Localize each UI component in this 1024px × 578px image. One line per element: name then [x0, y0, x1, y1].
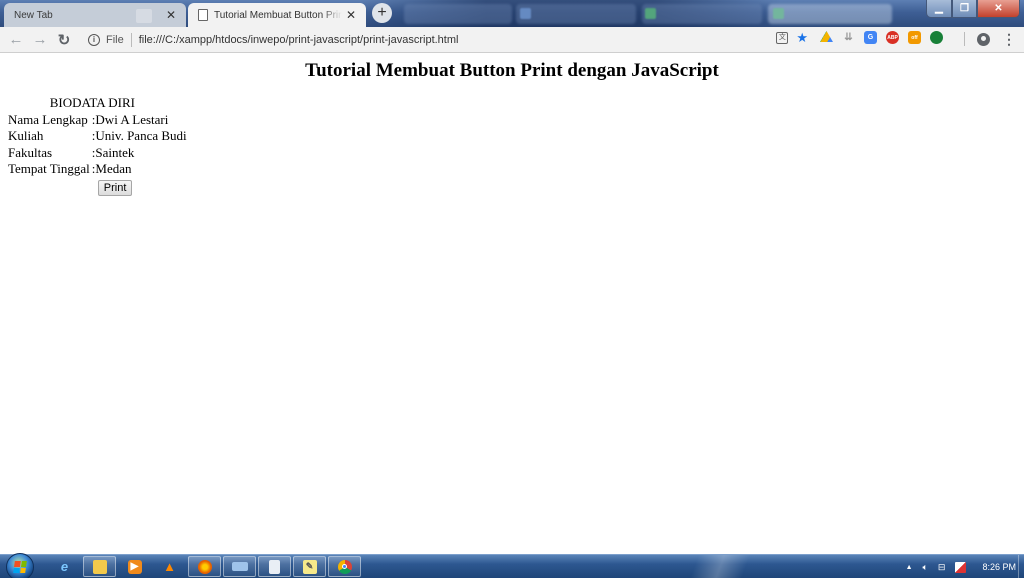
taskbar-app-chrome[interactable]	[328, 556, 361, 577]
firefox-icon	[197, 559, 212, 574]
table-row: Print	[8, 178, 187, 196]
reload-icon[interactable]: ↻	[52, 28, 76, 52]
tab-label: Tutorial Membuat Button Print dengan Jav…	[214, 9, 342, 21]
file-explorer-icon	[92, 559, 107, 574]
profile-avatar-icon[interactable]	[977, 32, 990, 46]
page-title: Tutorial Membuat Button Print dengan Jav…	[305, 60, 719, 81]
row-value: Medan	[95, 161, 132, 177]
print-button[interactable]: Print	[97, 179, 133, 196]
bookmark-star-icon[interactable]: ★	[796, 31, 808, 44]
browser-tab-strip: New Tab ✕ Tutorial Membuat Button Print …	[0, 0, 1024, 27]
system-tray: ▲ 🔈︎ ⊟ 8:26 PM	[906, 555, 1016, 578]
extension-green-icon[interactable]	[930, 31, 943, 44]
taskbar-app-firefox[interactable]	[188, 556, 221, 577]
close-icon[interactable]: ✕	[162, 8, 180, 22]
sticky-notes-icon: ✎	[302, 559, 317, 574]
more-menu-icon[interactable]: ⋮	[1002, 32, 1016, 46]
info-icon[interactable]: i	[88, 34, 100, 46]
row-value: Dwi A Lestari	[95, 111, 169, 127]
media-player-icon: ▶	[127, 559, 142, 574]
google-drive-icon[interactable]	[820, 31, 833, 43]
google-translate-icon[interactable]: G	[864, 31, 877, 44]
volume-icon[interactable]: 🔈︎	[923, 562, 928, 573]
vlc-icon: ▲	[163, 559, 176, 574]
start-button[interactable]	[6, 553, 34, 578]
internet-explorer-icon: e	[60, 559, 69, 574]
maximize-button[interactable]: ❐	[952, 0, 977, 18]
row-value: Saintek	[95, 144, 135, 160]
translate-icon[interactable]: 文	[776, 32, 789, 44]
close-icon[interactable]: ✕	[342, 8, 360, 22]
keyboard-icon	[231, 562, 248, 571]
windows-taskbar: e ▶ ▲ ✎ ▲ 🔈︎ ⊟ 8:26 PM	[0, 553, 1024, 578]
biodata-table: BIODATA DIRI Nama Lengkap : Dwi A Lestar…	[8, 95, 187, 196]
extensions-bar: ⇊ G ABP off	[820, 31, 943, 44]
background-window-tab[interactable]	[768, 4, 892, 24]
tab-tutorial-print[interactable]: Tutorial Membuat Button Print dengan Jav…	[188, 3, 366, 27]
new-tab-button[interactable]: +	[372, 3, 392, 23]
minimize-button[interactable]: ▁	[926, 0, 952, 18]
extension-off-icon[interactable]: off	[908, 31, 921, 44]
page-viewport: Tutorial Membuat Button Print dengan Jav…	[0, 54, 1024, 554]
pocket-icon[interactable]: ⇊	[842, 31, 855, 44]
taskbar-app-keyboard[interactable]	[223, 556, 256, 577]
row-label: Fakultas	[8, 144, 53, 160]
divider	[130, 33, 132, 47]
notepad-icon	[269, 559, 280, 574]
show-hidden-icons-icon[interactable]: ▲	[906, 564, 913, 571]
table-row: Kuliah : Univ. Panca Budi	[8, 128, 187, 145]
forward-arrow-icon[interactable]: →	[28, 28, 52, 52]
row-label: Tempat Tinggal	[8, 161, 90, 177]
scheme-label: File	[106, 34, 124, 46]
background-window-tab[interactable]	[516, 4, 636, 24]
tab-new-tab[interactable]: New Tab ✕	[4, 3, 186, 27]
taskbar-app-file-explorer[interactable]	[83, 556, 116, 577]
page-favicon-icon	[198, 9, 208, 21]
table-row: Tempat Tinggal : Medan	[8, 161, 187, 178]
omnibox-actions: 文 ★	[776, 31, 808, 44]
tab-thumbnail-icon	[136, 9, 152, 23]
toolbar-right: ⋮	[964, 32, 1016, 46]
row-label: Nama Lengkap	[8, 111, 88, 127]
divider	[964, 32, 965, 46]
window-controls: ▁ ❐ ✕	[926, 0, 1020, 19]
url-text[interactable]: file:///C:/xampp/htdocs/inwepo/print-jav…	[139, 34, 459, 46]
chrome-icon	[337, 559, 352, 574]
taskbar-app-sticky-notes[interactable]: ✎	[293, 556, 326, 577]
table-caption-row: BIODATA DIRI	[8, 95, 187, 112]
taskbar-app-internet-explorer[interactable]: e	[48, 556, 81, 577]
clock[interactable]: 8:26 PM	[982, 562, 1016, 572]
background-window-tab[interactable]	[642, 4, 762, 24]
address-bar[interactable]: i File file:///C:/xampp/htdocs/inwepo/pr…	[80, 29, 810, 51]
back-arrow-icon[interactable]: ←	[4, 28, 28, 52]
taskbar-app-media-player[interactable]: ▶	[118, 556, 151, 577]
action-center-flag-icon[interactable]	[955, 561, 967, 573]
taskbar-app-notepad[interactable]	[258, 556, 291, 577]
windows-logo-icon	[13, 561, 27, 573]
biodata-caption: BIODATA DIRI	[49, 95, 135, 111]
empty-cell	[8, 178, 92, 196]
taskbar-app-vlc[interactable]: ▲	[153, 556, 186, 577]
browser-toolbar: ← → ↻ i File file:///C:/xampp/htdocs/inw…	[0, 27, 1024, 53]
network-icon[interactable]: ⊟	[938, 562, 946, 573]
close-window-button[interactable]: ✕	[977, 0, 1020, 18]
table-row: Nama Lengkap : Dwi A Lestari	[8, 112, 187, 129]
show-desktop-button[interactable]	[1018, 555, 1024, 578]
button-cell: Print	[92, 178, 187, 196]
table-row: Fakultas : Saintek	[8, 145, 187, 162]
row-label: Kuliah	[8, 128, 44, 144]
taskbar-pinned-apps: e ▶ ▲ ✎	[48, 556, 361, 577]
background-window-tab[interactable]	[404, 4, 512, 24]
adblock-icon[interactable]: ABP	[886, 31, 899, 44]
row-value: Univ. Panca Budi	[95, 128, 187, 144]
